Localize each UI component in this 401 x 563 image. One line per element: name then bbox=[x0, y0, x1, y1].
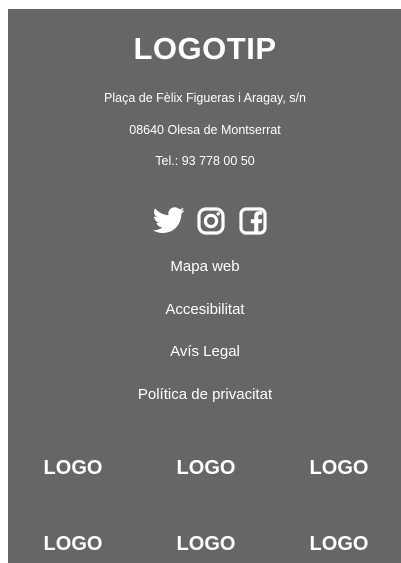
facebook-icon[interactable] bbox=[239, 207, 267, 235]
partner-logo[interactable]: LOGO bbox=[294, 457, 384, 480]
partner-logo[interactable]: LOGO bbox=[28, 457, 118, 480]
social-links bbox=[8, 207, 401, 237]
partner-logo[interactable]: LOGO bbox=[161, 533, 251, 556]
privacy-policy-link[interactable]: Política de privacitat bbox=[8, 386, 401, 403]
address-city: 08640 Olesa de Montserrat bbox=[129, 123, 281, 137]
site-footer: LOGOTIP Plaça de Fèlix Figueras i Aragay… bbox=[8, 9, 401, 563]
partner-logo[interactable]: LOGO bbox=[294, 533, 384, 556]
address-street: Plaça de Fèlix Figueras i Aragay, s/n bbox=[104, 91, 306, 105]
sitemap-link[interactable]: Mapa web bbox=[8, 258, 401, 275]
partner-logo[interactable]: LOGO bbox=[28, 533, 118, 556]
footer-logo-title[interactable]: LOGOTIP bbox=[8, 31, 401, 67]
instagram-icon[interactable] bbox=[197, 207, 225, 235]
accessibility-link[interactable]: Accesibilitat bbox=[8, 301, 401, 318]
twitter-icon[interactable] bbox=[153, 207, 185, 235]
partner-logo[interactable]: LOGO bbox=[161, 457, 251, 480]
address-phone: Tel.: 93 778 00 50 bbox=[155, 154, 255, 168]
legal-notice-link[interactable]: Avís Legal bbox=[8, 343, 401, 360]
